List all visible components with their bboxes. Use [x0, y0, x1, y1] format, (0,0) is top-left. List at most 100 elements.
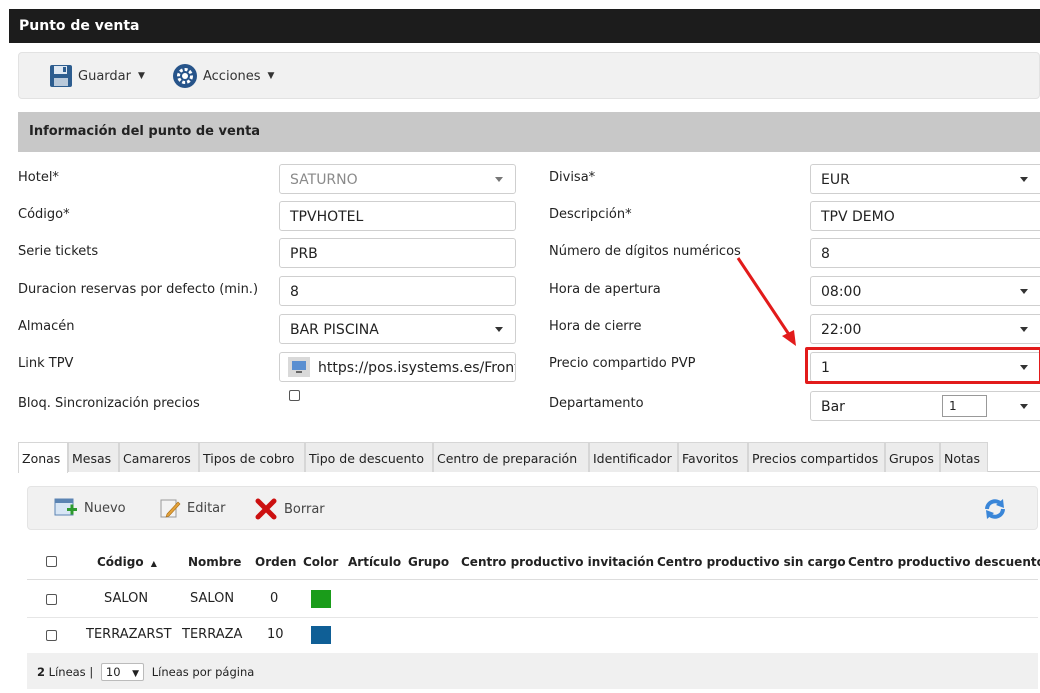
- select-all-checkbox[interactable]: [46, 556, 57, 567]
- table-footer: 2 Líneas | 10 ▼ Líneas por página: [27, 653, 1038, 689]
- almacen-value: BAR PISCINA: [290, 322, 379, 338]
- row-checkbox[interactable]: [46, 594, 57, 605]
- codigo-label: Código*: [18, 207, 70, 222]
- column-header-codigo-label: Código: [97, 555, 144, 569]
- hora-apertura-label: Hora de apertura: [549, 282, 661, 297]
- save-button[interactable]: Guardar ▼: [49, 62, 145, 90]
- bloq-sincronizacion-checkbox[interactable]: [289, 390, 300, 401]
- codigo-field[interactable]: TPVHOTEL: [279, 201, 516, 231]
- tab-identificador[interactable]: Identificador: [589, 442, 678, 472]
- tab-precios-compartidos[interactable]: Precios compartidos: [748, 442, 885, 472]
- main-toolbar: Guardar ▼ Acciones ▼: [18, 52, 1040, 99]
- cell-codigo: TERRAZARST: [86, 627, 172, 642]
- hora-cierre-select[interactable]: 22:00: [810, 314, 1040, 344]
- cell-orden: 10: [267, 627, 284, 642]
- lines-label: Líneas: [48, 665, 86, 679]
- serie-tickets-value: PRB: [290, 246, 318, 262]
- row-checkbox[interactable]: [46, 630, 57, 641]
- column-header-cp-invitacion[interactable]: Centro productivo invitación: [461, 555, 654, 569]
- delete-label: Borrar: [284, 501, 325, 517]
- edit-button[interactable]: Editar: [159, 497, 226, 519]
- link-tpv-label: Link TPV: [18, 356, 74, 371]
- actions-label: Acciones: [203, 68, 261, 84]
- link-tpv-field[interactable]: https://pos.isystems.es/Front: [279, 352, 516, 382]
- column-header-color[interactable]: Color: [303, 555, 338, 569]
- tab-grupos[interactable]: Grupos: [885, 442, 940, 472]
- almacen-select[interactable]: BAR PISCINA: [279, 314, 516, 344]
- hora-cierre-label: Hora de cierre: [549, 319, 642, 334]
- divisa-label: Divisa*: [549, 170, 596, 185]
- delete-x-icon: [255, 498, 277, 520]
- hotel-label: Hotel*: [18, 170, 59, 185]
- monitor-icon: [288, 357, 310, 377]
- chevron-down-icon: ▼: [132, 669, 140, 679]
- tab-centro-de-preparacion[interactable]: Centro de preparación: [433, 442, 589, 472]
- tab-tipo-de-descuento[interactable]: Tipo de descuento: [305, 442, 433, 472]
- gear-icon: [173, 64, 197, 88]
- departamento-number-value: 1: [949, 399, 957, 413]
- codigo-value: TPVHOTEL: [290, 209, 364, 225]
- link-tpv-value: https://pos.isystems.es/Front: [318, 360, 516, 376]
- tab-bar: Zonas Mesas Camareros Tipos de cobro Tip…: [18, 442, 1040, 473]
- tab-mesas[interactable]: Mesas: [68, 442, 119, 472]
- new-document-icon: [54, 498, 77, 516]
- new-button[interactable]: Nuevo: [54, 497, 126, 519]
- refresh-icon: [985, 499, 1005, 519]
- chevron-down-icon: [495, 177, 503, 182]
- tab-favoritos[interactable]: Favoritos: [678, 442, 748, 472]
- column-header-orden[interactable]: Orden: [255, 555, 296, 569]
- refresh-button[interactable]: [982, 496, 1008, 522]
- save-label: Guardar: [78, 68, 131, 84]
- descripcion-field[interactable]: TPV DEMO: [810, 201, 1040, 231]
- tab-tipos-de-cobro[interactable]: Tipos de cobro: [199, 442, 305, 472]
- departamento-number-field[interactable]: 1: [942, 395, 987, 417]
- page-size-value: 10: [105, 665, 121, 679]
- table-row[interactable]: TERRAZARST TERRAZA 10: [27, 618, 1038, 654]
- table-header: Código ▲ Nombre Orden Color Artículo Gru…: [27, 544, 1040, 580]
- column-header-codigo[interactable]: Código ▲: [97, 555, 157, 569]
- digitos-value: 8: [821, 246, 830, 262]
- column-header-grupo[interactable]: Grupo: [408, 555, 449, 569]
- column-header-nombre[interactable]: Nombre: [188, 555, 241, 569]
- duracion-label: Duracion reservas por defecto (min.): [18, 282, 259, 297]
- sort-ascending-icon: ▲: [150, 559, 157, 568]
- descripcion-value: TPV DEMO: [821, 209, 895, 225]
- color-swatch: [311, 626, 331, 644]
- grid-toolbar: Nuevo Editar Borrar: [27, 486, 1038, 530]
- color-swatch: [311, 590, 331, 608]
- serie-tickets-field[interactable]: PRB: [279, 238, 516, 268]
- tab-zonas[interactable]: Zonas: [18, 442, 68, 473]
- divisa-value: EUR: [821, 172, 850, 188]
- divisa-select[interactable]: EUR: [810, 164, 1040, 194]
- page-size-select[interactable]: 10 ▼: [100, 663, 145, 681]
- descripcion-label: Descripción*: [549, 207, 632, 222]
- hora-cierre-value: 22:00: [821, 322, 862, 338]
- table-row[interactable]: SALON SALON 0: [27, 582, 1038, 618]
- cell-nombre: TERRAZA: [182, 627, 243, 642]
- hora-apertura-value: 08:00: [821, 284, 862, 300]
- chevron-down-icon: [1020, 177, 1028, 182]
- column-header-articulo[interactable]: Artículo: [348, 555, 401, 569]
- column-header-cp-descuento[interactable]: Centro productivo descuento: [848, 555, 1040, 569]
- departamento-select[interactable]: Bar 1: [810, 391, 1040, 421]
- delete-button[interactable]: Borrar: [254, 497, 325, 521]
- departamento-label: Departamento: [549, 396, 644, 411]
- chevron-down-icon: [1020, 404, 1028, 409]
- hora-apertura-select[interactable]: 08:00: [810, 276, 1040, 306]
- edit-label: Editar: [187, 500, 226, 516]
- duracion-field[interactable]: 8: [279, 276, 516, 306]
- per-page-label: Líneas por página: [151, 665, 255, 679]
- digitos-field[interactable]: 8: [810, 238, 1040, 268]
- column-header-cp-sin-cargo[interactable]: Centro productivo sin cargo: [657, 555, 846, 569]
- row-count: 2: [37, 665, 46, 679]
- chevron-down-icon: [1020, 289, 1028, 294]
- almacen-label: Almacén: [18, 319, 75, 334]
- digitos-label: Número de dígitos numéricos: [549, 244, 741, 259]
- hotel-select[interactable]: SATURNO: [279, 164, 516, 194]
- tab-camareros[interactable]: Camareros: [119, 442, 199, 472]
- tab-notas[interactable]: Notas: [940, 442, 988, 472]
- cell-nombre: SALON: [190, 591, 235, 606]
- new-label: Nuevo: [84, 500, 126, 516]
- departamento-value: Bar: [821, 399, 845, 415]
- actions-button[interactable]: Acciones ▼: [172, 62, 274, 90]
